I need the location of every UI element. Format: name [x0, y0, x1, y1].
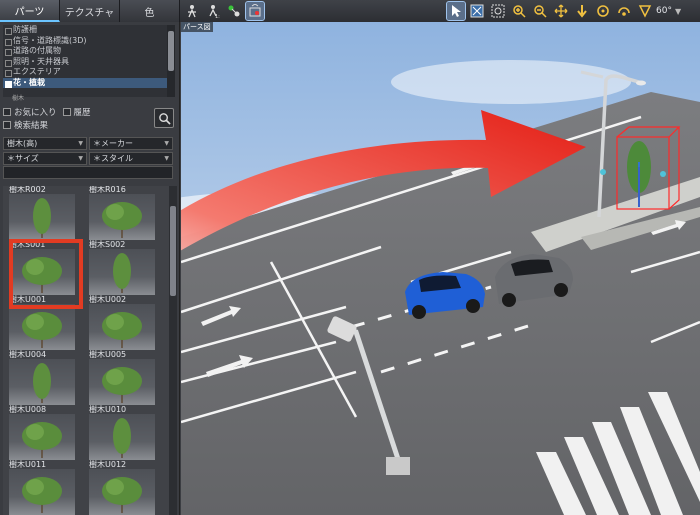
thumbnail-grid: 樹木R002 樹木R016 樹木S001 樹木S002 樹木U001 樹木U002 樹木U0… [3, 186, 169, 515]
walk-icon[interactable] [183, 2, 201, 20]
thumbnail-item[interactable]: 樹木U002 [83, 293, 159, 355]
tree-thumbnail-image [9, 304, 75, 350]
panel-tabs: パーツ テクスチャ 色 [0, 0, 180, 22]
tree-thumbnail-image [89, 359, 155, 405]
scroll-thumb[interactable] [168, 31, 174, 71]
maker-dropdown[interactable]: ＊メーカー ▼ [89, 137, 173, 150]
favorites-row: お気に入り 履歴 [3, 106, 91, 118]
fov-value[interactable]: 60° [656, 6, 672, 16]
thumbnail-item[interactable]: 樹木U008 [3, 403, 79, 465]
3d-viewport[interactable] [181, 22, 700, 515]
category-item[interactable]: 信号・道路標識(3D) [3, 36, 171, 47]
selection-highlight [9, 239, 83, 309]
view-mode-label: パース図 [181, 22, 213, 32]
history-group: 履歴 [62, 106, 91, 118]
zoom-region-icon[interactable] [489, 2, 507, 20]
app-window: パーツ テクスチャ 色 1:2 60° ▼ 防護柵 信号・道路標識(3D) 道路… [0, 0, 700, 515]
move-down-icon[interactable] [573, 2, 591, 20]
category-item[interactable]: 防護柵 [3, 25, 171, 36]
thumbnail-item[interactable]: 樹木U010 [83, 403, 159, 465]
chevron-down-icon: ▼ [78, 140, 83, 147]
fov-dropdown-caret[interactable]: ▼ [675, 7, 681, 16]
history-label: 履歴 [73, 108, 91, 118]
tree-thumbnail-image [89, 469, 155, 515]
zoom-in-icon[interactable] [510, 2, 528, 20]
tree-type-value: 樹木(高) [7, 139, 38, 148]
size-value: ＊サイズ [7, 154, 39, 163]
tree-type-dropdown[interactable]: 樹木(高) ▼ [3, 137, 87, 150]
favorites-label: お気に入り [14, 108, 57, 118]
size-dropdown[interactable]: ＊サイズ ▼ [3, 152, 87, 165]
maker-value: ＊メーカー [93, 139, 133, 148]
sub-category-item[interactable]: 樹木 [12, 93, 24, 102]
tree-thumbnail-image [89, 249, 155, 295]
view-toolbar: 1:2 60° ▼ [180, 0, 700, 22]
tree-thumbnail-image [89, 414, 155, 460]
fov-icon[interactable] [636, 2, 654, 20]
chevron-down-icon: ▼ [164, 140, 169, 147]
thumbnail-item[interactable]: 樹木U012 [83, 458, 159, 515]
tree-thumbnail-image [89, 194, 155, 240]
scene-render [181, 22, 700, 515]
tree-thumbnail-image [9, 469, 75, 515]
search-icon [158, 112, 171, 125]
zoom-out-icon[interactable] [531, 2, 549, 20]
thumbnail-item[interactable]: 樹木U005 [83, 348, 159, 410]
thumbnail-item[interactable]: 樹木R002 [3, 186, 79, 245]
thumbnail-item[interactable]: 樹木S002 [83, 238, 159, 300]
svg-text:1:2: 1:2 [215, 14, 220, 18]
thumbnail-item[interactable]: 樹木U004 [3, 348, 79, 410]
category-scrollbar[interactable] [167, 25, 175, 97]
keyword-input[interactable] [3, 166, 173, 179]
category-list: 防護柵 信号・道路標識(3D) 道路の付属物 照明・天井器具 エクステリア 花・… [3, 25, 171, 97]
category-item[interactable]: エクステリア [3, 67, 171, 78]
orbit-icon[interactable] [594, 2, 612, 20]
search-results-label: 検索結果 [14, 121, 49, 131]
tree-thumbnail-image [9, 414, 75, 460]
chevron-down-icon: ▼ [164, 155, 169, 162]
favorites-checkbox[interactable] [3, 108, 11, 116]
thumbnail-item[interactable]: 樹木R016 [83, 186, 159, 245]
search-results-checkbox[interactable] [3, 121, 11, 129]
tab-color[interactable]: 色 [120, 0, 180, 22]
style-dropdown[interactable]: ＊スタイル ▼ [89, 152, 173, 165]
scroll-thumb[interactable] [170, 206, 176, 296]
select-arrow-icon[interactable] [446, 1, 466, 21]
tree-thumbnail-image [9, 359, 75, 405]
category-item[interactable]: 道路の付属物 [3, 46, 171, 57]
category-item-selected[interactable]: 花・植栽 [3, 77, 171, 88]
search-results-row: 検索結果 [3, 119, 48, 131]
tree-thumbnail-image [9, 194, 75, 240]
fit-view-icon[interactable] [468, 2, 486, 20]
chevron-down-icon: ▼ [78, 155, 83, 162]
grid-scrollbar[interactable] [169, 186, 177, 515]
thumbnail-item[interactable]: 樹木U011 [3, 458, 79, 515]
pan-icon[interactable] [552, 2, 570, 20]
tab-parts[interactable]: パーツ [0, 0, 60, 22]
layer-icon[interactable] [245, 1, 265, 21]
category-item[interactable]: 照明・天井器具 [3, 57, 171, 68]
tree-thumbnail-image [89, 304, 155, 350]
search-button[interactable] [154, 108, 174, 128]
style-value: ＊スタイル [93, 154, 133, 163]
node-icon[interactable] [225, 2, 243, 20]
tab-texture[interactable]: テクスチャ [60, 0, 120, 22]
rotate-icon[interactable] [615, 2, 633, 20]
walk-v2-icon[interactable]: 1:2 [204, 2, 222, 20]
history-checkbox[interactable] [62, 108, 71, 116]
